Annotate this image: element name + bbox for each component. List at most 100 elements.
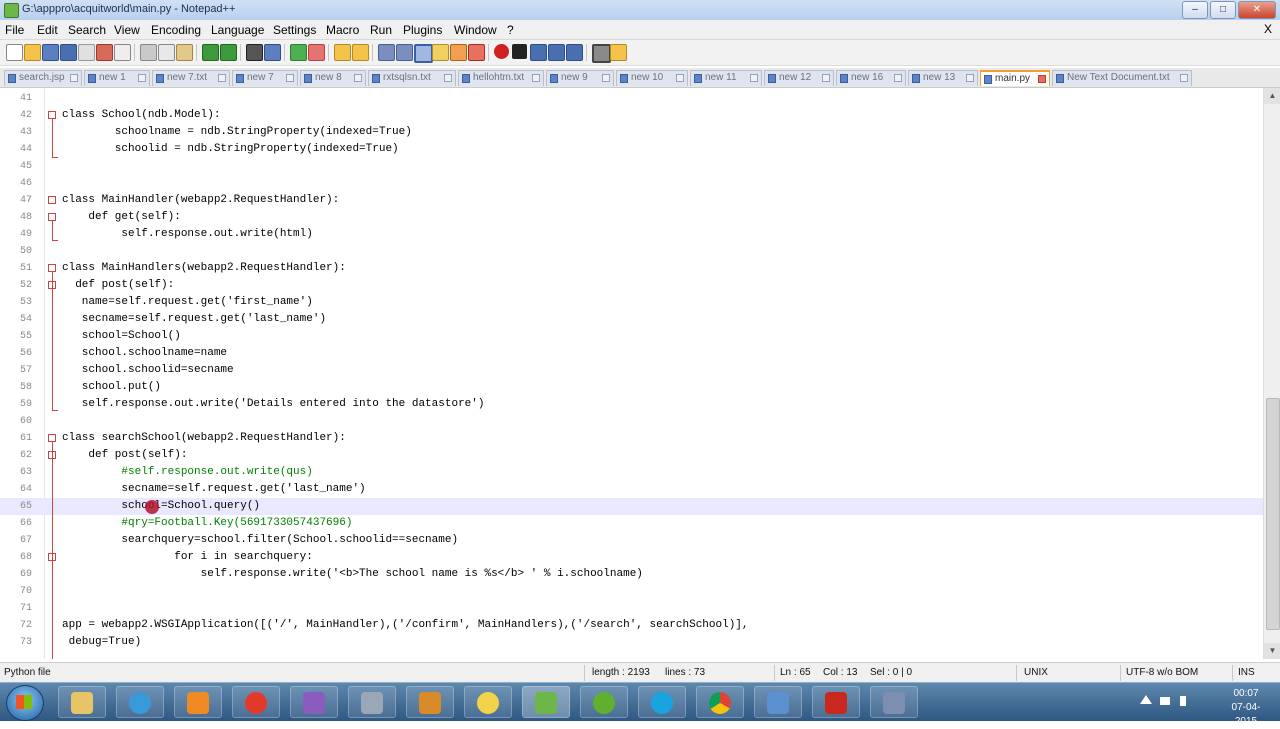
taskbar-calculator[interactable] [348,686,396,718]
menu-file[interactable]: File [5,23,24,37]
code-editor[interactable]: 41 42 class School(ndb.Model): 43 schooln… [0,88,1263,659]
tab-new-10[interactable]: new 10 [616,70,688,86]
fold-marker-icon[interactable] [48,196,56,204]
save-icon[interactable] [42,44,59,61]
tab-hellohtm-txt[interactable]: hellohtm.txt [458,70,544,86]
menu-settings[interactable]: Settings [273,23,316,37]
tab-close-icon[interactable] [822,74,830,82]
menu-edit[interactable]: Edit [37,23,58,37]
tab-close-icon[interactable] [532,74,540,82]
tab-close-icon[interactable] [444,74,452,82]
sync-v-icon[interactable] [334,44,351,61]
new-file-icon[interactable] [6,44,23,61]
save-macro-icon[interactable] [566,44,583,61]
tab-new-12[interactable]: new 12 [764,70,834,86]
show-hidden-icons-icon[interactable] [1140,695,1152,704]
taskbar-crystal[interactable] [290,686,338,718]
menu-encoding[interactable]: Encoding [151,23,201,37]
record-macro-icon[interactable] [494,44,509,59]
close-file-icon[interactable] [78,44,95,61]
tab-close-icon[interactable] [750,74,758,82]
sync-h-icon[interactable] [352,44,369,61]
doc-map-icon[interactable] [450,44,467,61]
taskbar-explorer[interactable] [58,686,106,718]
menu-help[interactable]: ? [507,23,514,37]
paste-icon[interactable] [176,44,193,61]
tab-new-1[interactable]: new 1 [84,70,150,86]
taskbar-save-app[interactable] [870,686,918,718]
stop-macro-icon[interactable] [512,44,527,59]
taskbar-chrome[interactable] [696,686,744,718]
scrollbar-thumb[interactable] [1266,398,1280,630]
taskbar-utorrent[interactable] [580,686,628,718]
taskbar-acrobat[interactable] [812,686,860,718]
close-document-icon[interactable]: X [1264,22,1272,36]
function-list-icon[interactable] [468,44,485,61]
tab-new-8[interactable]: new 8 [300,70,366,86]
play-macro-icon[interactable] [530,44,547,61]
tab-close-icon[interactable] [894,74,902,82]
fold-marker-icon[interactable] [48,111,56,119]
tab-new-9[interactable]: new 9 [546,70,614,86]
taskbar-clock[interactable]: 00:07 07-04-2015 [1222,687,1270,729]
scroll-down-icon[interactable]: ▼ [1264,643,1280,659]
tab-main-py[interactable]: main.py [980,70,1050,86]
tab-close-icon[interactable] [966,74,974,82]
network-icon[interactable] [1160,697,1170,705]
tab-close-icon[interactable] [676,74,684,82]
indent-guide-icon[interactable] [414,44,433,63]
minimize-button[interactable]: – [1182,1,1208,19]
vertical-scrollbar[interactable]: ▲ ▼ [1263,88,1280,659]
tab-new-13[interactable]: new 13 [908,70,978,86]
tab-rxtsqlsn-txt[interactable]: rxtsqlsn.txt [368,70,456,86]
run-macro-multiple-icon[interactable] [548,44,565,61]
udl-icon[interactable] [432,44,449,61]
undo-icon[interactable] [202,44,219,61]
find-icon[interactable] [246,44,263,61]
tab-search-jsp[interactable]: search.jsp [4,70,82,86]
taskbar-skype[interactable] [638,686,686,718]
tab-new-7-txt[interactable]: new 7.txt [152,70,230,86]
tab-close-icon[interactable] [602,74,610,82]
open-file-icon[interactable] [24,44,41,61]
menu-language[interactable]: Language [211,23,264,37]
tab-new-7[interactable]: new 7 [232,70,298,86]
zoom-out-icon[interactable] [308,44,325,61]
replace-icon[interactable] [264,44,281,61]
copy-icon[interactable] [158,44,175,61]
zoom-in-icon[interactable] [290,44,307,61]
show-all-chars-icon[interactable] [396,44,413,61]
redo-icon[interactable] [220,44,237,61]
tab-close-icon[interactable] [138,74,146,82]
tab-new-text-document[interactable]: New Text Document.txt [1052,70,1192,86]
tab-close-icon[interactable] [354,74,362,82]
tab-close-icon[interactable] [218,74,226,82]
word-wrap-icon[interactable] [378,44,395,61]
fold-marker-icon[interactable] [48,264,56,272]
menu-run[interactable]: Run [370,23,392,37]
tab-new-16[interactable]: new 16 [836,70,906,86]
taskbar-notepadpp[interactable] [522,686,570,718]
taskbar-ie[interactable] [116,686,164,718]
tab-close-icon[interactable] [70,74,78,82]
tab-close-icon[interactable] [1180,74,1188,82]
volume-icon[interactable] [1180,696,1186,706]
spell-check-icon[interactable] [592,44,611,63]
taskbar-app-13[interactable] [232,686,280,718]
cut-icon[interactable] [140,44,157,61]
tab-new-11[interactable]: new 11 [690,70,762,86]
tab-close-icon[interactable] [1038,75,1046,83]
menu-window[interactable]: Window [454,23,497,37]
menu-search[interactable]: Search [68,23,106,37]
close-all-icon[interactable] [96,44,113,61]
close-button[interactable]: ✕ [1238,1,1276,19]
plugin-icon[interactable] [610,44,627,61]
menu-view[interactable]: View [114,23,140,37]
maximize-button[interactable]: □ [1210,1,1236,19]
print-icon[interactable] [114,44,131,61]
taskbar-nav-app[interactable] [754,686,802,718]
menu-plugins[interactable]: Plugins [403,23,442,37]
taskbar-python[interactable] [464,686,512,718]
start-button[interactable] [6,685,44,721]
fold-marker-icon[interactable] [48,434,56,442]
